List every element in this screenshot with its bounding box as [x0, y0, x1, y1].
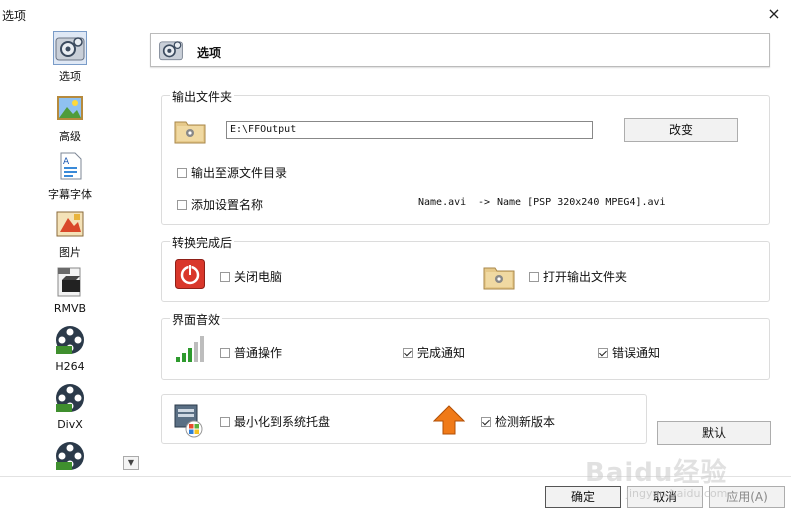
open-output-checkbox[interactable]: 打开输出文件夹: [529, 268, 627, 285]
rmvb-icon: [54, 266, 86, 298]
sidebar-item-h264[interactable]: H264: [40, 324, 100, 373]
check-update-checkbox[interactable]: 检测新版本: [481, 413, 555, 430]
group-title: 界面音效: [170, 311, 223, 328]
checkbox-box[interactable]: [598, 347, 608, 358]
checkbox-label: 打开输出文件夹: [543, 270, 628, 284]
checkbox-label: 检测新版本: [495, 415, 556, 429]
sidebar-item-label: 选项: [59, 70, 81, 83]
volume-bars-icon: [175, 335, 207, 366]
sidebar-item-subtitle-font[interactable]: A 字幕字体: [40, 150, 100, 202]
example-source-name: Name.avi: [418, 197, 467, 208]
sidebar-item-options[interactable]: 选项: [40, 31, 100, 84]
checkbox-label: 普通操作: [234, 346, 283, 360]
sidebar-item-label: H264: [55, 360, 85, 373]
close-icon[interactable]: ×: [765, 5, 783, 23]
output-path-input[interactable]: E:\FFOutput: [226, 121, 593, 139]
minimize-tray-checkbox[interactable]: 最小化到系统托盘: [220, 413, 330, 430]
sidebar-item-label: DivX: [57, 418, 83, 431]
system-tray-icon: [174, 404, 204, 441]
sidebar-item-divx[interactable]: DivX: [40, 382, 100, 431]
to-source-dir-checkbox[interactable]: 输出至源文件目录: [177, 164, 287, 181]
example-arrow: ->: [478, 197, 491, 208]
checkbox-label: 完成通知: [417, 346, 466, 360]
example-output-name: Name [PSP 320x240 MPEG4].avi: [497, 197, 666, 208]
checkbox-label: 错误通知: [612, 346, 661, 360]
svg-text:A: A: [63, 157, 70, 167]
window-title: 选项: [2, 9, 27, 23]
sidebar-item-advanced[interactable]: 高级: [40, 92, 100, 144]
divx-film-icon: [54, 382, 86, 414]
checkbox-box[interactable]: [177, 199, 187, 210]
watermark-text: Baidu经验: [585, 458, 728, 488]
sidebar-scroll-down-icon[interactable]: ▼: [123, 456, 139, 470]
default-button[interactable]: 默认: [657, 421, 771, 445]
checkbox-label: 添加设置名称: [191, 198, 264, 212]
change-button[interactable]: 改变: [624, 118, 738, 142]
checkbox-box[interactable]: [529, 271, 539, 282]
checkbox-label: 关闭电脑: [234, 270, 283, 284]
group-title: 转换完成后: [170, 234, 235, 251]
group-title: 输出文件夹: [170, 88, 235, 105]
update-arrow-icon: [432, 405, 466, 438]
sidebar-item-label: 高级: [59, 130, 81, 143]
add-setting-name-checkbox[interactable]: 添加设置名称: [177, 196, 263, 213]
page-title: 选项: [197, 46, 222, 60]
h264-film-icon: [54, 324, 86, 356]
checkbox-box[interactable]: [481, 416, 491, 427]
normal-op-sound-checkbox[interactable]: 普通操作: [220, 344, 282, 361]
power-icon: [175, 259, 205, 292]
checkbox-label: 最小化到系统托盘: [234, 415, 331, 429]
options-gear-icon: [53, 31, 87, 65]
advanced-landscape-icon: [54, 92, 86, 124]
sidebar-item-picture[interactable]: 图片: [40, 208, 100, 260]
page-header: 选项: [150, 33, 770, 67]
sidebar-item-label: RMVB: [53, 302, 87, 315]
checkbox-label: 输出至源文件目录: [191, 166, 288, 180]
watermark-url: jingyan.baidu.com: [625, 487, 728, 500]
checkbox-box[interactable]: [220, 271, 230, 282]
sidebar: 选项 高级 A 字幕字体 图片 RMVB H264 DivX: [0, 30, 140, 474]
film-icon: [54, 440, 86, 472]
checkbox-box[interactable]: [220, 416, 230, 427]
error-notify-checkbox[interactable]: 错误通知: [598, 344, 660, 361]
folder-icon[interactable]: [174, 116, 206, 147]
sidebar-item-label: 字幕字体: [48, 188, 92, 201]
title-bar: 选项 ×: [0, 0, 791, 30]
checkbox-box[interactable]: [403, 347, 413, 358]
folder-icon: [483, 262, 515, 293]
watermark: Baidu经验 jingyan.baidu.com: [585, 452, 727, 500]
done-notify-checkbox[interactable]: 完成通知: [403, 344, 465, 361]
checkbox-box[interactable]: [177, 167, 187, 178]
picture-icon: [54, 208, 86, 240]
options-gear-icon: [157, 37, 185, 66]
shutdown-checkbox[interactable]: 关闭电脑: [220, 268, 282, 285]
subtitle-font-icon: A: [54, 150, 86, 182]
checkbox-box[interactable]: [220, 347, 230, 358]
sidebar-item-label: 图片: [59, 246, 81, 259]
sidebar-item-rmvb[interactable]: RMVB: [40, 266, 100, 315]
sidebar-item-film[interactable]: [40, 440, 100, 476]
